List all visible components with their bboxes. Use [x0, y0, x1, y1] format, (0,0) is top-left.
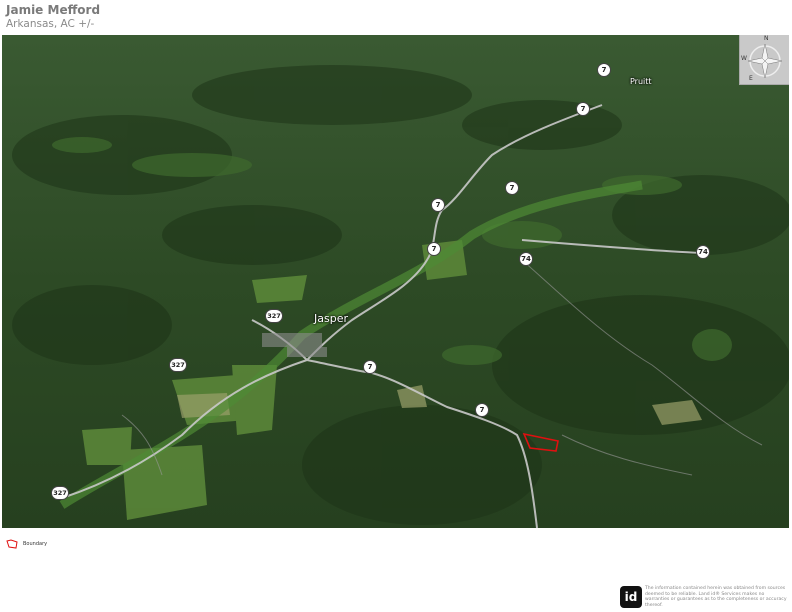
footer: id The information contained herein was …: [620, 586, 788, 610]
map-legend: Boundary: [6, 539, 47, 549]
place-label-jasper: Jasper: [314, 312, 348, 325]
highway-7-shield: 7: [363, 360, 377, 374]
compass-west-label: W: [741, 55, 747, 62]
highway-7-shield: 7: [576, 102, 590, 116]
highway-327-shield: 327: [265, 309, 283, 323]
map-view[interactable]: 7 7 7 7 7 7 74 74 327 327 327 7 Jasper P…: [2, 35, 789, 528]
highway-327-shield: 327: [51, 486, 69, 500]
place-label-pruitt: Pruitt: [630, 77, 652, 86]
highway-7-shield: 7: [427, 242, 441, 256]
boundary-icon: [6, 539, 18, 549]
highway-74-shield: 74: [519, 252, 533, 266]
highway-7-shield: 7: [597, 63, 611, 77]
highway-327-shield: 327: [169, 358, 187, 372]
highway-7-shield: 7: [475, 403, 489, 417]
legend-boundary-label: Boundary: [23, 541, 48, 547]
highway-7-shield: 7: [505, 181, 519, 195]
highway-74-shield: 74: [696, 245, 710, 259]
header-title: Jamie Mefford: [6, 3, 101, 17]
compass-east-label: E: [749, 75, 753, 82]
disclaimer-text: The information contained herein was obt…: [645, 586, 787, 608]
compass-rose-icon: [747, 43, 783, 79]
compass-rose-icon[interactable]: N W E: [739, 35, 789, 85]
compass-north-label: N: [764, 35, 769, 42]
highway-7-shield: 7: [431, 198, 445, 212]
landid-logo: id: [620, 586, 642, 608]
header-subtitle: Arkansas, AC +/-: [6, 18, 95, 30]
satellite-imagery: [2, 35, 789, 528]
